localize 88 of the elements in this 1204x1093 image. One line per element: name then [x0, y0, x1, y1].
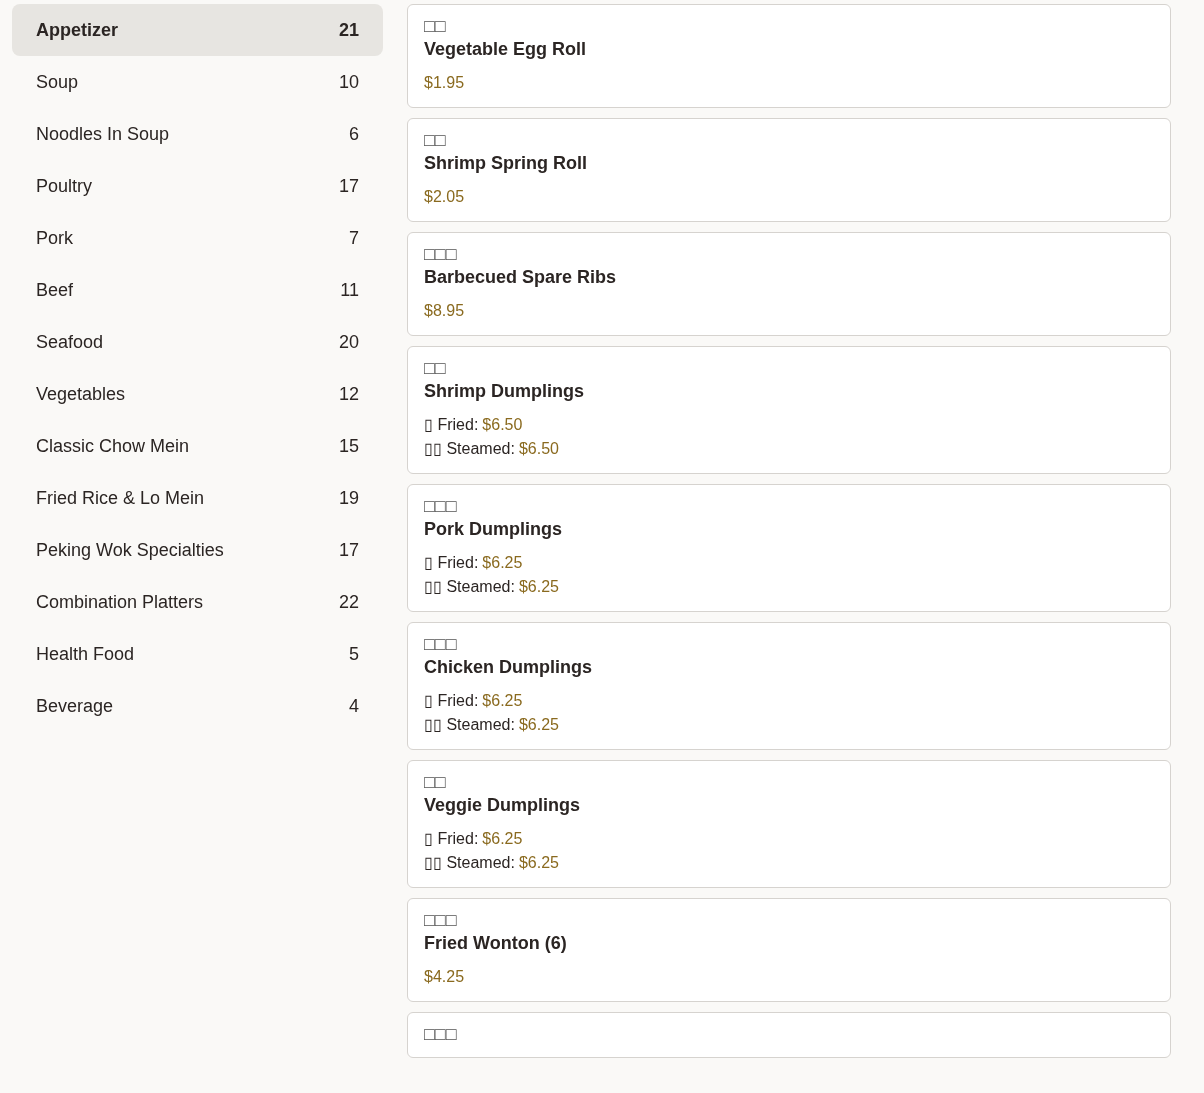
category-name: Vegetables: [36, 382, 126, 406]
native-name: □□□: [424, 633, 458, 655]
native-name: □□: [424, 771, 447, 793]
category-name: Combination Platters: [36, 590, 204, 614]
native-name: □□□: [424, 909, 458, 931]
native-name: □□: [424, 15, 447, 37]
item-name: Shrimp Dumplings: [424, 380, 585, 403]
category-item[interactable]: Soup 10: [12, 56, 383, 108]
category-name: Health Food: [36, 642, 135, 666]
option-label: ▯ Fried:: [424, 691, 479, 711]
category-name: Seafood: [36, 330, 104, 354]
option-label: ▯ Fried:: [424, 829, 479, 849]
option-price: $6.25: [482, 691, 523, 711]
item-name: Fried Wonton (6): [424, 932, 568, 955]
category-item[interactable]: Appetizer 21: [12, 4, 383, 56]
item-price: $2.05: [424, 187, 466, 207]
category-item[interactable]: Fried Rice & Lo Mein 19: [12, 472, 383, 524]
category-name: Soup: [36, 70, 79, 94]
category-item[interactable]: Beef 11: [12, 264, 383, 316]
category-count: 17: [338, 174, 359, 198]
option-label: ▯▯ Steamed:: [424, 577, 515, 597]
menu-item-card[interactable]: □□□ Fried Wonton (6) $4.25: [407, 898, 1171, 1002]
native-name: □□□: [424, 243, 458, 265]
category-count: 15: [338, 434, 359, 458]
category-item[interactable]: Combination Platters 22: [12, 576, 383, 628]
option-price: $6.25: [518, 577, 559, 597]
item-price: $4.25: [424, 967, 466, 987]
native-name: □□: [424, 129, 447, 151]
menu-item-card[interactable]: □□ Shrimp Dumplings ▯ Fried: $6.50 ▯▯ Steamed: $6.50: [407, 346, 1171, 474]
item-name: Pork Dumplings: [424, 518, 563, 541]
category-item[interactable]: Pork 7: [12, 212, 383, 264]
category-count: 17: [338, 538, 359, 562]
item-name: Chicken Dumplings: [424, 656, 594, 679]
option-price: $6.25: [482, 553, 523, 573]
category-name: Pork: [36, 226, 73, 250]
category-count: 10: [338, 70, 359, 94]
menu-item-card[interactable]: □□ Vegetable Egg Roll $1.95: [407, 4, 1171, 108]
category-item[interactable]: Classic Chow Mein 15: [12, 420, 383, 472]
option-price: $6.50: [482, 415, 523, 435]
category-count: 20: [338, 330, 359, 354]
option-price: $6.25: [518, 715, 559, 735]
category-item[interactable]: Seafood 20: [12, 316, 383, 368]
menu-item-card[interactable]: □□ Veggie Dumplings ▯ Fried: $6.25 ▯▯ Steamed: $6.25: [407, 760, 1171, 888]
option-label: ▯▯ Steamed:: [424, 715, 515, 735]
item-name: Shrimp Spring Roll: [424, 152, 588, 175]
menu-item-card[interactable]: □□□ Pork Dumplings ▯ Fried: $6.25 ▯▯ Steamed: $6.25: [407, 484, 1171, 612]
option-price: $6.25: [482, 829, 523, 849]
category-name: Peking Wok Specialties: [36, 538, 224, 562]
menu-item-card[interactable]: □□ Shrimp Spring Roll $2.05: [407, 118, 1171, 222]
menu-item-card[interactable]: □□□: [407, 1012, 1171, 1058]
category-name: Poultry: [36, 174, 93, 198]
option-label: ▯▯ Steamed:: [424, 439, 515, 459]
category-count: 11: [340, 278, 359, 302]
category-name: Fried Rice & Lo Mein: [36, 486, 205, 510]
native-name: □□□: [424, 1023, 458, 1045]
category-name: Classic Chow Mein: [36, 434, 190, 458]
category-count: 4: [349, 694, 359, 718]
category-item[interactable]: Beverage 4: [12, 680, 383, 732]
option-label: ▯ Fried:: [424, 553, 479, 573]
item-name: Vegetable Egg Roll: [424, 38, 588, 61]
category-item[interactable]: Noodles In Soup 6: [12, 108, 383, 160]
category-count: 19: [338, 486, 359, 510]
option-price: $6.25: [518, 853, 559, 873]
option-label: ▯ Fried:: [424, 415, 479, 435]
category-name: Beef: [36, 278, 74, 302]
category-name: Appetizer: [36, 18, 118, 42]
menu-item-card[interactable]: □□□ Chicken Dumplings ▯ Fried: $6.25 ▯▯ Steamed: $6.25: [407, 622, 1171, 750]
category-item[interactable]: Health Food 5: [12, 628, 383, 680]
item-price: $8.95: [424, 301, 466, 321]
category-name: Beverage: [36, 694, 114, 718]
category-count: 7: [349, 226, 359, 250]
option-price: $6.50: [518, 439, 559, 459]
item-name: Veggie Dumplings: [424, 794, 582, 817]
category-count: 12: [338, 382, 359, 406]
native-name: □□: [424, 357, 447, 379]
category-count: 6: [349, 122, 359, 146]
item-name: Barbecued Spare Ribs: [424, 266, 618, 289]
category-count: 5: [349, 642, 359, 666]
option-label: ▯▯ Steamed:: [424, 853, 515, 873]
category-count: 21: [338, 18, 359, 42]
category-item[interactable]: Peking Wok Specialties 17: [12, 524, 383, 576]
item-price: $1.95: [424, 73, 466, 93]
category-name: Noodles In Soup: [36, 122, 170, 146]
native-name: □□□: [424, 495, 458, 517]
category-item[interactable]: Poultry 17: [12, 160, 383, 212]
menu-item-card[interactable]: □□□ Barbecued Spare Ribs $8.95: [407, 232, 1171, 336]
category-count: 22: [338, 590, 359, 614]
category-item[interactable]: Vegetables 12: [12, 368, 383, 420]
